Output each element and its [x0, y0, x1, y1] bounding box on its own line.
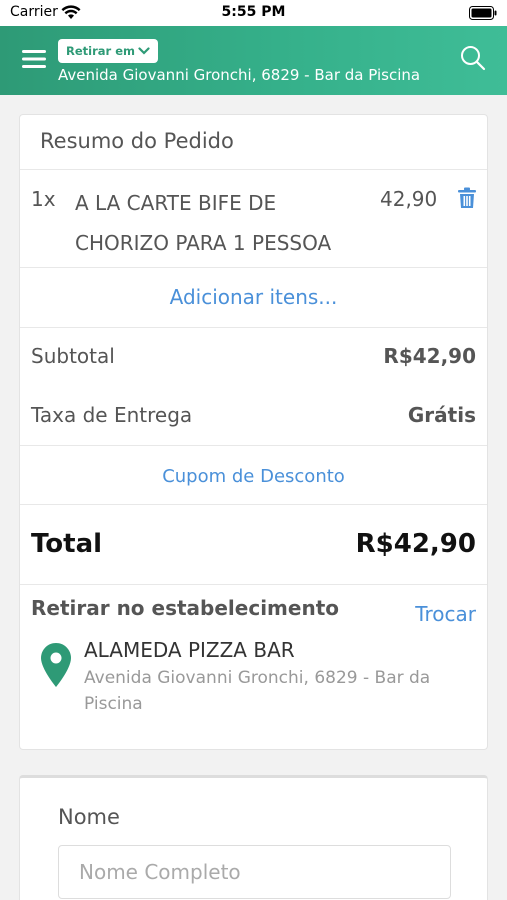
store-address: Avenida Giovanni Gronchi, 6829 - Bar da … [84, 668, 431, 714]
trash-icon[interactable] [457, 187, 477, 209]
subtotal-value: R$42,90 [383, 344, 476, 368]
item-name: A LA CARTE BIFE DE CHORIZO PARA 1 PESSOA [75, 191, 332, 255]
pickup-mode-button[interactable]: Retirar em [58, 39, 158, 63]
pickup-title: Retirar no estabelecimento [31, 596, 339, 620]
menu-icon[interactable] [22, 49, 46, 69]
search-icon[interactable] [459, 44, 487, 72]
pickup-mode-label: Retirar em [66, 44, 135, 58]
divider [20, 169, 487, 170]
header-address[interactable]: Avenida Giovanni Gronchi, 6829 - Bar da … [58, 66, 420, 84]
change-store-link[interactable]: Trocar [415, 602, 476, 626]
name-label: Nome [58, 805, 120, 829]
customer-form-card: Nome [19, 775, 488, 900]
divider [20, 445, 487, 446]
item-quantity: 1x [31, 187, 56, 211]
divider [20, 584, 487, 585]
status-bar: Carrier 5:55 PM [0, 0, 507, 26]
store-name: ALAMEDA PIZZA BAR [84, 638, 295, 662]
divider [20, 504, 487, 505]
clock: 5:55 PM [221, 4, 286, 20]
discount-coupon-link[interactable]: Cupom de Desconto [20, 466, 487, 487]
total-value: R$42,90 [355, 529, 476, 559]
delivery-fee-label: Taxa de Entrega [31, 403, 193, 427]
battery-icon [469, 6, 497, 20]
item-price: 42,90 [380, 187, 438, 211]
delivery-fee-value: Grátis [407, 403, 476, 427]
map-pin-icon [41, 643, 71, 687]
app-header: Retirar em Avenida Giovanni Gronchi, 682… [0, 26, 507, 95]
name-input[interactable] [58, 845, 451, 899]
order-summary-title: Resumo do Pedido [40, 129, 234, 153]
order-summary-card: Resumo do Pedido 1x A LA CARTE BIFE DE C… [19, 114, 488, 750]
total-label: Total [31, 529, 103, 559]
divider [20, 267, 487, 268]
add-items-link[interactable]: Adicionar itens... [20, 285, 487, 309]
chevron-down-icon [138, 47, 150, 55]
divider [20, 327, 487, 328]
subtotal-label: Subtotal [31, 344, 115, 368]
